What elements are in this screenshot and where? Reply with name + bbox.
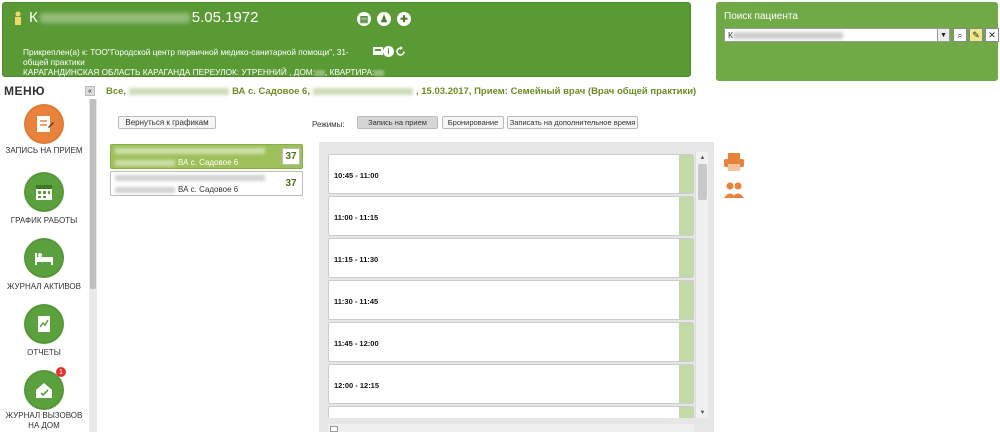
menu-item-schedule[interactable]: ГРАФИК РАБОТЫ xyxy=(2,172,86,226)
notification-badge: 1 xyxy=(56,367,66,377)
collapse-menu-button[interactable]: « xyxy=(85,86,95,96)
menu-label: ОТЧЕТЫ xyxy=(27,348,61,357)
search-icon[interactable]: ⌕ xyxy=(953,28,967,42)
person-badge-icon[interactable]: ♟ xyxy=(377,12,391,26)
info-icon[interactable]: i xyxy=(383,46,394,57)
search-input[interactable]: К xyxy=(724,28,938,42)
menu-label: ЗАПИСЬ НА ПРИЕМ xyxy=(5,146,83,155)
close-icon[interactable]: ✕ xyxy=(985,28,999,42)
time-slot[interactable]: 11:45 - 12:00 xyxy=(328,322,694,362)
modes-label: Режимы: xyxy=(312,120,345,129)
print-icon[interactable] xyxy=(723,152,745,172)
patient-header: К 5.05.1972 ▤ ♟ ✚ Прикреплен(а) к: ТОО"Го… xyxy=(2,2,691,77)
time-slots-panel: 10:45 - 11:00 11:00 - 11:15 11:15 - 11:3… xyxy=(319,142,714,432)
back-to-schedules-button[interactable]: Вернуться к графикам xyxy=(118,116,216,129)
checkbox[interactable] xyxy=(330,426,338,432)
users-icon[interactable] xyxy=(723,180,745,200)
time-slot[interactable]: 11:15 - 11:30 xyxy=(328,238,694,278)
scroll-up-icon[interactable]: ▲ xyxy=(696,152,709,163)
attachment-text: Прикреплен(а) к: ТОО"Городской центр пер… xyxy=(23,47,349,67)
menu-item-assets-log[interactable]: ЖУРНАЛ АКТИВОВ xyxy=(2,238,86,292)
patient-name: К 5.05.1972 xyxy=(29,9,259,26)
menu-item-reports[interactable]: ОТЧЕТЫ xyxy=(2,304,86,358)
menu-title: МЕНЮ xyxy=(4,84,46,98)
time-slot[interactable]: 12:00 - 12:15 xyxy=(328,364,694,404)
menu-label: ГРАФИК РАБОТЫ xyxy=(10,216,78,225)
mode-appointment-button[interactable]: Запись на прием xyxy=(357,116,438,129)
patient-address: КАРАГАНДИНСКАЯ ОБЛАСТЬ КАРАГАНДА ПЕРЕУЛО… xyxy=(23,67,385,77)
mode-booking-button[interactable]: Бронирование xyxy=(442,116,504,129)
time-slot[interactable]: 11:00 - 11:15 xyxy=(328,196,694,236)
time-slot[interactable] xyxy=(328,406,694,418)
menu-item-appointment[interactable]: ЗАПИСЬ НА ПРИЕМ xyxy=(2,104,86,156)
calendar-icon xyxy=(24,172,64,212)
medical-icon[interactable]: ✚ xyxy=(397,12,411,26)
bed-icon xyxy=(24,238,64,278)
time-slot-list: 10:45 - 11:00 11:00 - 11:15 11:15 - 11:3… xyxy=(328,152,694,418)
menu-label: ЖУРНАЛ АКТИВОВ xyxy=(6,282,81,291)
report-icon xyxy=(24,304,64,344)
edit-note-icon xyxy=(24,104,64,144)
search-title: Поиск пациента xyxy=(724,11,798,22)
slot-count: 37 xyxy=(282,175,300,192)
breadcrumb: Все, ВА с. Садовое 6,, 15.03.2017, Прием:… xyxy=(106,86,697,97)
time-slot[interactable]: 11:30 - 11:45 xyxy=(328,280,694,320)
doctor-card[interactable]: ВА с. Садовое 6 37 xyxy=(110,171,303,196)
mode-extra-time-button[interactable]: Записать на дополнительное время xyxy=(507,116,638,129)
slot-count: 37 xyxy=(282,148,300,165)
card-icon[interactable] xyxy=(373,46,383,56)
refresh-icon[interactable] xyxy=(395,46,406,57)
menu-scrollbar[interactable] xyxy=(89,99,97,432)
edit-icon[interactable]: ✎ xyxy=(969,28,983,42)
doctor-card[interactable]: ВА с. Садовое 6 37 xyxy=(110,144,303,169)
menu-item-home-calls[interactable]: 1 ЖУРНАЛ ВЫЗОВОВ НА ДОМ xyxy=(2,367,86,431)
document-icon[interactable]: ▤ xyxy=(357,12,371,26)
slots-footer xyxy=(328,424,694,432)
person-icon xyxy=(15,11,21,25)
scroll-down-icon[interactable]: ▼ xyxy=(696,407,709,418)
menu-label: ЖУРНАЛ ВЫЗОВОВ НА ДОМ xyxy=(5,411,83,430)
slots-scrollbar[interactable]: ▲ ▼ xyxy=(695,152,708,418)
time-slot[interactable]: 10:45 - 11:00 xyxy=(328,154,694,194)
patient-search-panel: Поиск пациента К ▼ ⌕ ✎ ✕ xyxy=(716,2,999,81)
chevron-down-icon[interactable]: ▼ xyxy=(938,28,950,42)
